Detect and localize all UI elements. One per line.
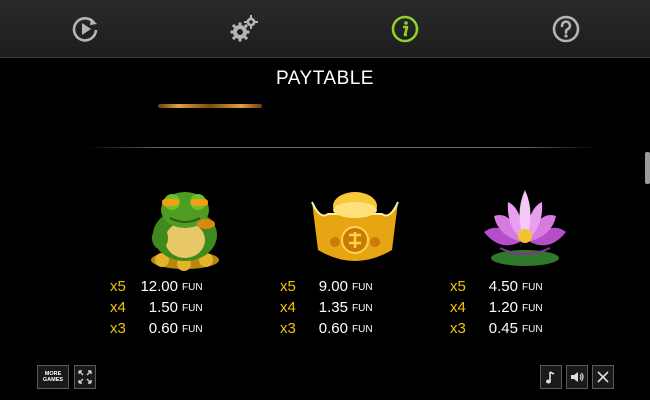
multiplier: x4 — [280, 299, 296, 316]
pay-row: x5 4.50 FUN — [450, 278, 600, 299]
pay-row: x4 1.50 FUN — [110, 299, 260, 320]
scrollbar-thumb[interactable] — [645, 152, 650, 184]
paytable-gold-ingot: x5 9.00 FUN x4 1.35 FUN x3 0.60 FUN — [280, 278, 430, 341]
payout-amount: 4.50 — [488, 278, 518, 295]
pay-row: x3 0.60 FUN — [280, 320, 430, 341]
paytable-lotus: x5 4.50 FUN x4 1.20 FUN x3 0.45 FUN — [450, 278, 600, 341]
decorative-gold-bar — [158, 104, 262, 108]
payout-amount: 12.00 — [140, 278, 178, 295]
info-icon — [391, 15, 419, 43]
replay-play-icon — [72, 17, 98, 42]
fullscreen-icon — [78, 370, 92, 384]
currency-label: FUN — [352, 324, 373, 335]
help-button[interactable] — [547, 10, 585, 48]
question-icon — [552, 15, 580, 43]
info-button[interactable] — [386, 10, 424, 48]
more-games-label-line2: GAMES — [42, 377, 64, 383]
payout-amount: 1.20 — [488, 299, 518, 316]
music-button[interactable] — [540, 365, 562, 389]
golden-frog-icon — [151, 192, 219, 271]
currency-label: FUN — [182, 282, 203, 293]
currency-label: FUN — [522, 324, 543, 335]
payout-amount: 9.00 — [318, 278, 348, 295]
section-divider — [86, 147, 598, 148]
multiplier: x4 — [450, 299, 466, 316]
speaker-icon — [571, 372, 584, 382]
fullscreen-button[interactable] — [74, 365, 96, 389]
sound-button[interactable] — [566, 365, 588, 389]
pay-row: x4 1.20 FUN — [450, 299, 600, 320]
payout-amount: 0.60 — [148, 320, 178, 337]
top-navigation-bar — [0, 0, 650, 58]
multiplier: x3 — [110, 320, 126, 337]
pay-row: x3 0.60 FUN — [110, 320, 260, 341]
symbol-lotus: x5 4.50 FUN x4 1.20 FUN x3 0.45 FUN — [450, 180, 600, 340]
multiplier: x5 — [280, 278, 296, 295]
pay-row: x3 0.45 FUN — [450, 320, 600, 341]
gold-ingot-icon — [311, 192, 399, 261]
payout-amount: 0.60 — [318, 320, 348, 337]
currency-label: FUN — [352, 282, 373, 293]
multiplier: x4 — [110, 299, 126, 316]
payout-amount: 0.45 — [488, 320, 518, 337]
paytable-frog: x5 12.00 FUN x4 1.50 FUN x3 0.60 FUN — [110, 278, 260, 341]
pay-row: x5 12.00 FUN — [110, 278, 260, 299]
currency-label: FUN — [522, 282, 543, 293]
lotus-flower-icon — [484, 190, 566, 266]
symbol-frog: x5 12.00 FUN x4 1.50 FUN x3 0.60 FUN — [110, 180, 260, 340]
currency-label: FUN — [182, 303, 203, 314]
symbol-gold-ingot: x5 9.00 FUN x4 1.35 FUN x3 0.60 FUN — [280, 180, 430, 340]
multiplier: x5 — [450, 278, 466, 295]
close-icon — [597, 371, 609, 383]
payout-amount: 1.35 — [318, 299, 348, 316]
autoplay-button[interactable] — [66, 10, 104, 48]
payout-amount: 1.50 — [148, 299, 178, 316]
currency-label: FUN — [182, 324, 203, 335]
pay-row: x4 1.35 FUN — [280, 299, 430, 320]
settings-button[interactable] — [225, 10, 263, 48]
more-games-button[interactable]: MORE GAMES — [37, 365, 69, 389]
multiplier: x3 — [280, 320, 296, 337]
close-button[interactable] — [592, 365, 614, 389]
music-note-icon — [546, 371, 555, 384]
currency-label: FUN — [522, 303, 543, 314]
currency-label: FUN — [352, 303, 373, 314]
multiplier: x3 — [450, 320, 466, 337]
pay-row: x5 9.00 FUN — [280, 278, 430, 299]
page-title: PAYTABLE — [276, 68, 374, 89]
multiplier: x5 — [110, 278, 126, 295]
gears-icon — [230, 15, 258, 42]
